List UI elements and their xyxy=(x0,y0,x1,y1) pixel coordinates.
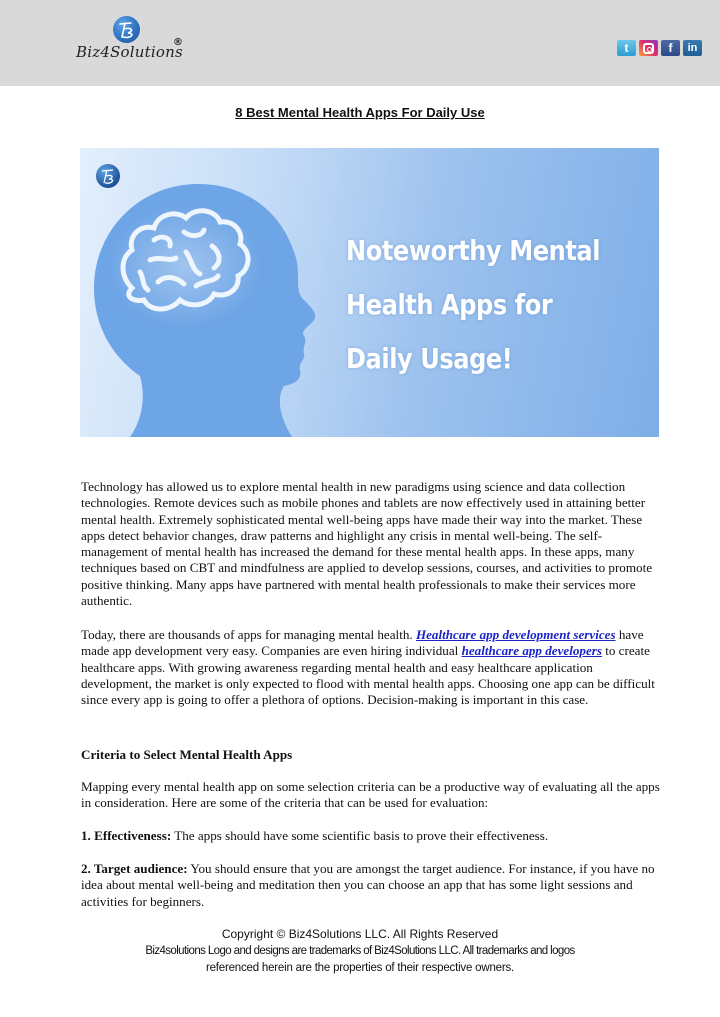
text-run: Today, there are thousands of apps for m… xyxy=(81,627,416,642)
criterion-target-audience: 2. Target audience: You should ensure th… xyxy=(81,861,661,910)
document-title: 8 Best Mental Health Apps For Daily Use xyxy=(235,105,485,120)
facebook-icon[interactable]: f xyxy=(661,40,680,56)
twitter-icon[interactable]: t xyxy=(617,40,636,56)
banner-line: Daily Usage! xyxy=(346,342,513,375)
trademark-line: referenced herein are the properties of … xyxy=(205,962,515,974)
page-footer: Copyright © Biz4Solutions LLC. All Right… xyxy=(0,926,720,977)
section-heading: Criteria to Select Mental Health Apps xyxy=(81,747,293,762)
social-links: t f in xyxy=(617,40,702,56)
registered-mark: ® xyxy=(173,37,183,48)
banner-line: Noteworthy Mental xyxy=(346,234,601,267)
linkedin-icon[interactable]: in xyxy=(683,40,702,56)
criteria-intro-paragraph: Mapping every mental health app on some … xyxy=(81,779,660,811)
intro-paragraph: Technology has allowed us to explore men… xyxy=(81,479,653,609)
header-band: Biz4Solutions ® t f in xyxy=(0,0,720,86)
hero-banner-image: Noteworthy Mental Health Apps for Daily … xyxy=(80,148,659,437)
twitter-glyph: t xyxy=(624,41,629,55)
criterion-effectiveness: 1. Effectiveness: The apps should have s… xyxy=(81,828,661,844)
linkedin-glyph: in xyxy=(687,42,698,54)
facebook-glyph: f xyxy=(668,41,673,55)
instagram-icon[interactable] xyxy=(639,40,658,56)
b-monogram-icon xyxy=(113,16,140,43)
brand-name: Biz4Solutions xyxy=(76,43,183,61)
healthcare-app-development-services-link[interactable]: Healthcare app development services xyxy=(416,627,616,642)
criterion-text: The apps should have some scientific bas… xyxy=(171,828,549,843)
criterion-label: 2. Target audience: xyxy=(81,861,188,876)
trademark-line: Biz4solutions Logo and designs are trade… xyxy=(145,945,575,957)
brand-logo[interactable]: Biz4Solutions ® xyxy=(73,14,188,66)
criterion-label: 1. Effectiveness: xyxy=(81,828,172,843)
apps-paragraph: Today, there are thousands of apps for m… xyxy=(81,627,661,708)
banner-headline: Noteworthy Mental Health Apps for Daily … xyxy=(346,224,601,386)
banner-line: Health Apps for xyxy=(346,288,553,321)
copyright-line: Copyright © Biz4Solutions LLC. All Right… xyxy=(221,927,499,941)
instagram-glyph xyxy=(643,42,654,54)
healthcare-app-developers-link[interactable]: healthcare app developers xyxy=(462,643,602,658)
